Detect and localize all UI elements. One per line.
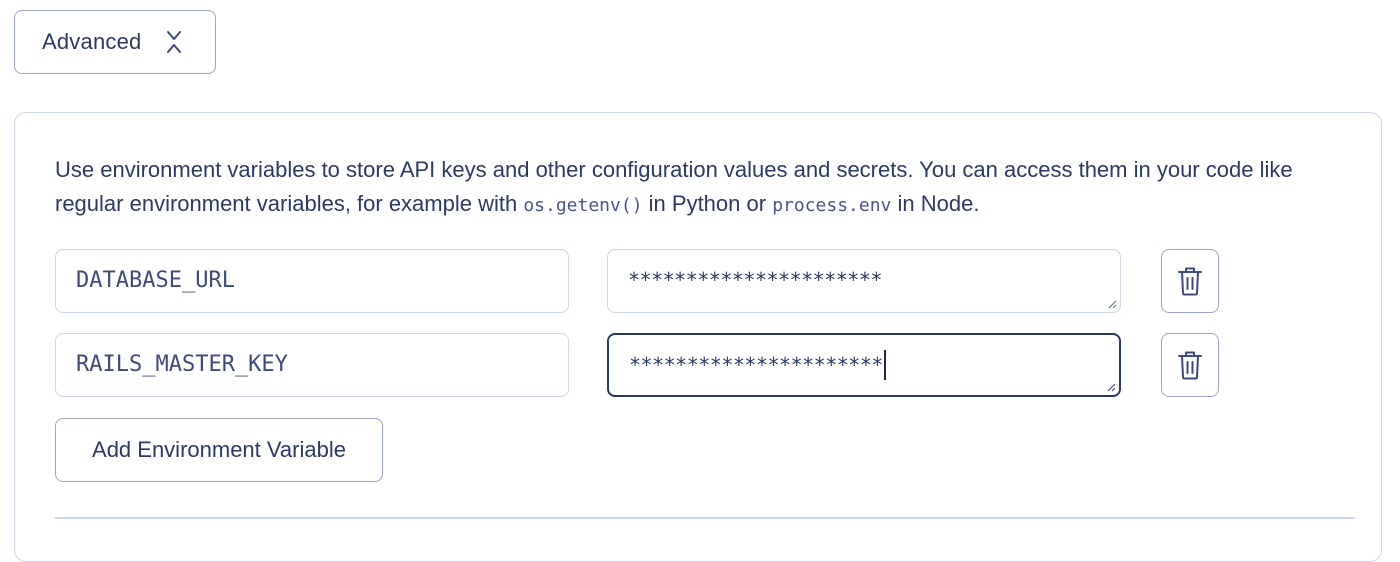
- delete-env-var-button[interactable]: [1161, 333, 1219, 397]
- code-os-getenv: os.getenv(): [523, 195, 643, 216]
- code-process-env: process.env: [772, 195, 892, 216]
- delete-env-var-button[interactable]: [1161, 249, 1219, 313]
- trash-icon: [1178, 351, 1202, 380]
- trash-icon: [1178, 267, 1202, 296]
- env-value-input[interactable]: **********************: [607, 249, 1121, 313]
- divider: [55, 517, 1355, 519]
- env-vars-description: Use environment variables to store API k…: [55, 153, 1355, 223]
- chevrons-up-down-icon: [167, 31, 182, 53]
- description-text: in Python or: [642, 191, 773, 216]
- env-var-row: DATABASE_URL **********************: [55, 249, 1219, 313]
- env-value-text: **********************: [629, 353, 883, 377]
- resize-grip-icon[interactable]: [1106, 382, 1116, 392]
- env-var-row: RAILS_MASTER_KEY **********************: [55, 333, 1219, 397]
- resize-grip-icon[interactable]: [1107, 299, 1117, 309]
- advanced-toggle-button[interactable]: Advanced: [14, 10, 216, 74]
- text-caret: [883, 349, 886, 380]
- advanced-label: Advanced: [42, 29, 142, 54]
- env-key-input[interactable]: DATABASE_URL: [55, 249, 569, 313]
- env-key-input[interactable]: RAILS_MASTER_KEY: [55, 333, 569, 397]
- env-value-input[interactable]: **********************: [607, 333, 1121, 397]
- description-text: in Node.: [891, 191, 980, 216]
- env-vars-panel: Use environment variables to store API k…: [14, 112, 1382, 562]
- env-value-text: **********************: [628, 268, 882, 292]
- add-env-var-button[interactable]: Add Environment Variable: [55, 418, 383, 482]
